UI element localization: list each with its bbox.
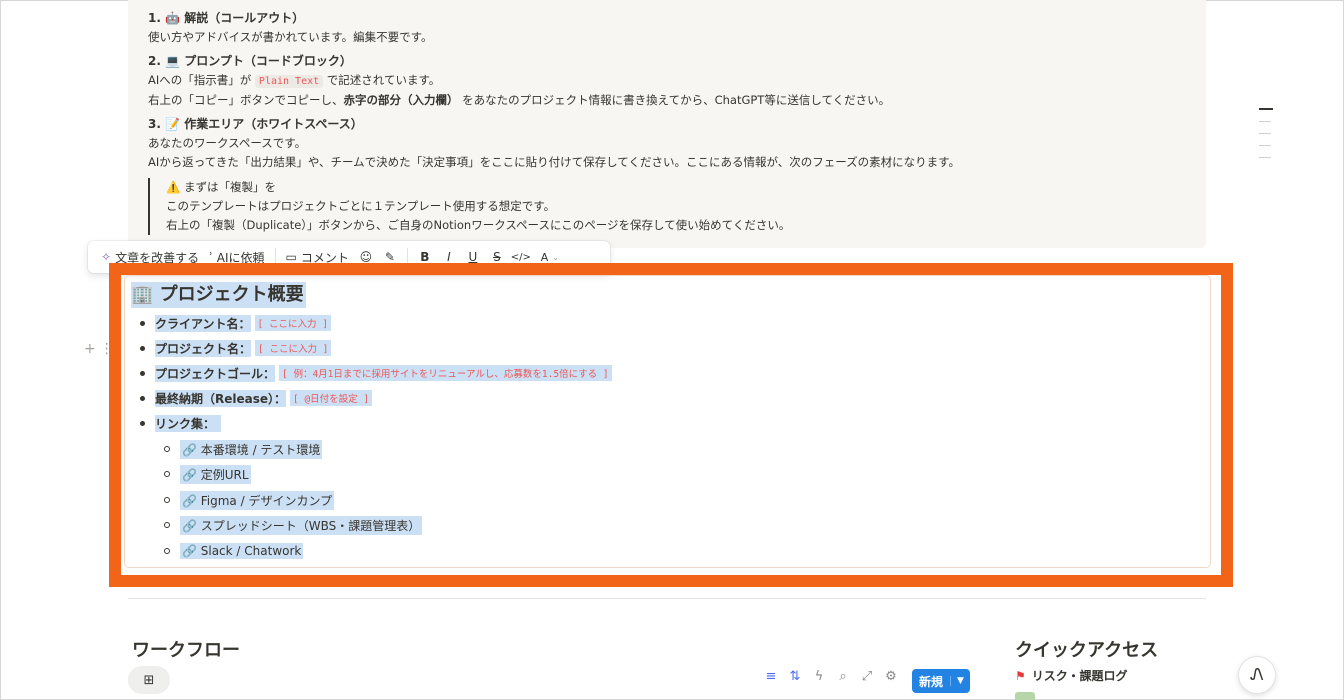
new-button-label: 新規 xyxy=(919,674,944,689)
flag-icon: ⚑ xyxy=(1015,668,1026,683)
add-block-icon[interactable]: + xyxy=(84,341,96,357)
text-fragment: AIへの「指示書」が xyxy=(148,73,252,87)
gallery-view-button[interactable]: ⊞ xyxy=(128,666,170,694)
link-item[interactable]: 🔗 定例URL xyxy=(131,464,251,484)
toc-line[interactable] xyxy=(1259,108,1273,110)
circle-bullet-icon xyxy=(164,522,170,528)
link-label[interactable]: 🔗 本番環境 / テスト環境 xyxy=(180,439,323,459)
toc-line[interactable] xyxy=(1259,121,1271,122)
instructions-callout: 1. 🤖 解説（コールアウト） 使い方やアドバイスが書かれています。編集不要です… xyxy=(128,0,1206,248)
italic-icon: I xyxy=(447,250,451,264)
quote-text: ⚠️ まずは「複製」を xyxy=(166,180,276,194)
link-item[interactable]: 🔗 本番環境 / テスト環境 xyxy=(131,439,323,459)
comment-icon: ▭ xyxy=(285,250,297,264)
section-heading-prompt: 2. 💻 プロンプト（コードブロック） xyxy=(148,54,352,68)
list-item[interactable]: プロジェクト名： [ ここに入力 ] xyxy=(131,338,332,358)
toc-line[interactable] xyxy=(1259,145,1271,146)
help-icon: Ꮑ xyxy=(1250,665,1264,684)
automation-icon[interactable]: ϟ xyxy=(812,669,826,684)
bullet-icon xyxy=(140,345,145,351)
list-item[interactable]: プロジェクトゴール： [ 例：4月1日までに採用サイトをリニューアルし、応募数を… xyxy=(131,363,612,383)
inline-code: Plain Text xyxy=(254,75,324,88)
search-icon[interactable]: ⌕ xyxy=(836,669,850,684)
bullet-icon xyxy=(140,420,145,426)
field-label: クライアント名： xyxy=(155,314,251,332)
sort-icon[interactable]: ⇅ xyxy=(788,669,802,684)
section-text: 使い方やアドバイスが書かれています。編集不要です。 xyxy=(148,30,433,44)
list-item[interactable]: 最終納期（Release）： [ @日付を設定 ] xyxy=(131,388,373,408)
bold-icon: B xyxy=(420,250,430,264)
text-color-icon: A xyxy=(540,250,549,264)
code-icon: </> xyxy=(510,251,531,263)
overview-heading[interactable]: 🏢 プロジェクト概要 xyxy=(131,282,306,308)
ai-icon: ʾ xyxy=(209,250,213,264)
chevron-down-icon[interactable]: ▼ xyxy=(950,676,970,686)
field-placeholder: [ @日付を設定 ] xyxy=(290,390,373,406)
text-fragment: で記述されています。 xyxy=(326,73,441,87)
link-item[interactable]: 🔗 スプレッドシート（WBS・課題管理表） xyxy=(131,515,423,535)
field-label: プロジェクトゴール： xyxy=(155,364,276,382)
field-label: リンク集： xyxy=(155,414,222,432)
toc-line[interactable] xyxy=(1259,157,1271,158)
sparkle-icon: ✧ xyxy=(101,250,112,264)
link-item[interactable]: 🔗 Figma / デザインカンプ xyxy=(131,490,335,510)
help-button[interactable]: Ꮑ xyxy=(1238,656,1276,694)
section-heading-explanation: 1. 🤖 解説（コールアウト） xyxy=(148,11,305,25)
chevron-down-icon: ⌄ xyxy=(552,252,559,262)
section-text: あなたのワークスペースです。 xyxy=(148,136,307,150)
quick-access-risk-log[interactable]: ⚑ リスク・課題ログ xyxy=(1015,667,1128,684)
section-text: AIから返ってきた「出力結果」や、チームで決めた「決定事項」をここに貼り付けて保… xyxy=(148,155,960,169)
section-text: AIへの「指示書」が Plain Text で記述されています。 xyxy=(148,71,1186,91)
underline-icon: U xyxy=(468,250,478,264)
circle-bullet-icon xyxy=(164,497,170,503)
emoji-icon: ☺ xyxy=(359,250,373,264)
duplicate-quote: ⚠️ まずは「複製」を このテンプレートはプロジェクトごとに１テンプレート使用す… xyxy=(148,178,1186,235)
circle-bullet-icon xyxy=(164,471,170,477)
quote-text: このテンプレートはプロジェクトごとに１テンプレート使用する想定です。 xyxy=(166,199,556,213)
new-button[interactable]: 新規 ▼ xyxy=(912,669,970,693)
circle-bullet-icon xyxy=(164,446,170,452)
field-placeholder: [ 例：4月1日までに採用サイトをリニューアルし、応募数を1.5倍にする ] xyxy=(279,365,612,381)
bullet-icon xyxy=(140,370,145,376)
text-fragment: 右上の「コピー」ボタンでコピーし、 xyxy=(148,93,344,107)
quick-access-next-item[interactable] xyxy=(1015,692,1035,700)
section-text: 右上の「コピー」ボタンでコピーし、赤字の部分（入力欄） をあなたのプロジェクト情… xyxy=(148,91,1186,110)
workflow-heading: ワークフロー xyxy=(132,640,240,661)
quick-access-heading: クイックアクセス xyxy=(1015,640,1159,661)
link-label[interactable]: 🔗 スプレッドシート（WBS・課題管理表） xyxy=(180,515,423,535)
edit-icon: ✎ xyxy=(384,250,395,264)
database-toolbar: ≡ ⇅ ϟ ⌕ ⤢ ⚙ xyxy=(764,669,898,684)
field-placeholder: [ ここに入力 ] xyxy=(254,315,331,331)
grid-icon: ⊞ xyxy=(143,672,155,688)
filter-icon[interactable]: ≡ xyxy=(764,669,778,684)
link-item[interactable]: 🔗 Slack / Chatwork xyxy=(131,541,304,561)
circle-bullet-icon xyxy=(164,548,170,554)
section-divider xyxy=(128,598,1206,599)
bullet-icon xyxy=(140,320,145,326)
bold-text: 赤字の部分（入力欄） xyxy=(343,93,459,107)
expand-icon[interactable]: ⤢ xyxy=(860,669,874,684)
list-item[interactable]: リンク集： xyxy=(131,413,222,433)
link-label[interactable]: 🔗 Slack / Chatwork xyxy=(180,543,304,559)
field-label: プロジェクト名： xyxy=(155,339,252,357)
field-placeholder: [ ここに入力 ] xyxy=(255,340,332,356)
link-label[interactable]: 🔗 Figma / デザインカンプ xyxy=(180,490,335,510)
drag-handle-icon[interactable]: ⋮ xyxy=(100,341,114,357)
table-of-contents[interactable] xyxy=(1259,108,1273,169)
strikethrough-icon: S xyxy=(493,250,501,264)
settings-icon[interactable]: ⚙ xyxy=(884,669,898,684)
bullet-icon xyxy=(140,395,145,401)
link-label[interactable]: 🔗 定例URL xyxy=(180,464,251,484)
toc-line[interactable] xyxy=(1259,133,1271,134)
project-overview: 🏢 プロジェクト概要 クライアント名： [ ここに入力 ] プロジェクト名： [… xyxy=(131,282,612,559)
quote-text: 右上の「複製（Duplicate）」ボタンから、ご自身のNotionワークスペー… xyxy=(166,218,791,232)
section-heading-workspace: 3. 📝 作業エリア（ホワイトスペース） xyxy=(148,117,363,131)
text-fragment: をあなたのプロジェクト情報に書き換えてから、ChatGPT等に送信してください。 xyxy=(462,93,891,107)
list-item[interactable]: クライアント名： [ ここに入力 ] xyxy=(131,313,331,333)
field-label: 最終納期（Release）： xyxy=(155,389,287,407)
quick-access-label: リスク・課題ログ xyxy=(1031,669,1128,683)
block-handle[interactable]: + ⋮ xyxy=(84,341,114,357)
